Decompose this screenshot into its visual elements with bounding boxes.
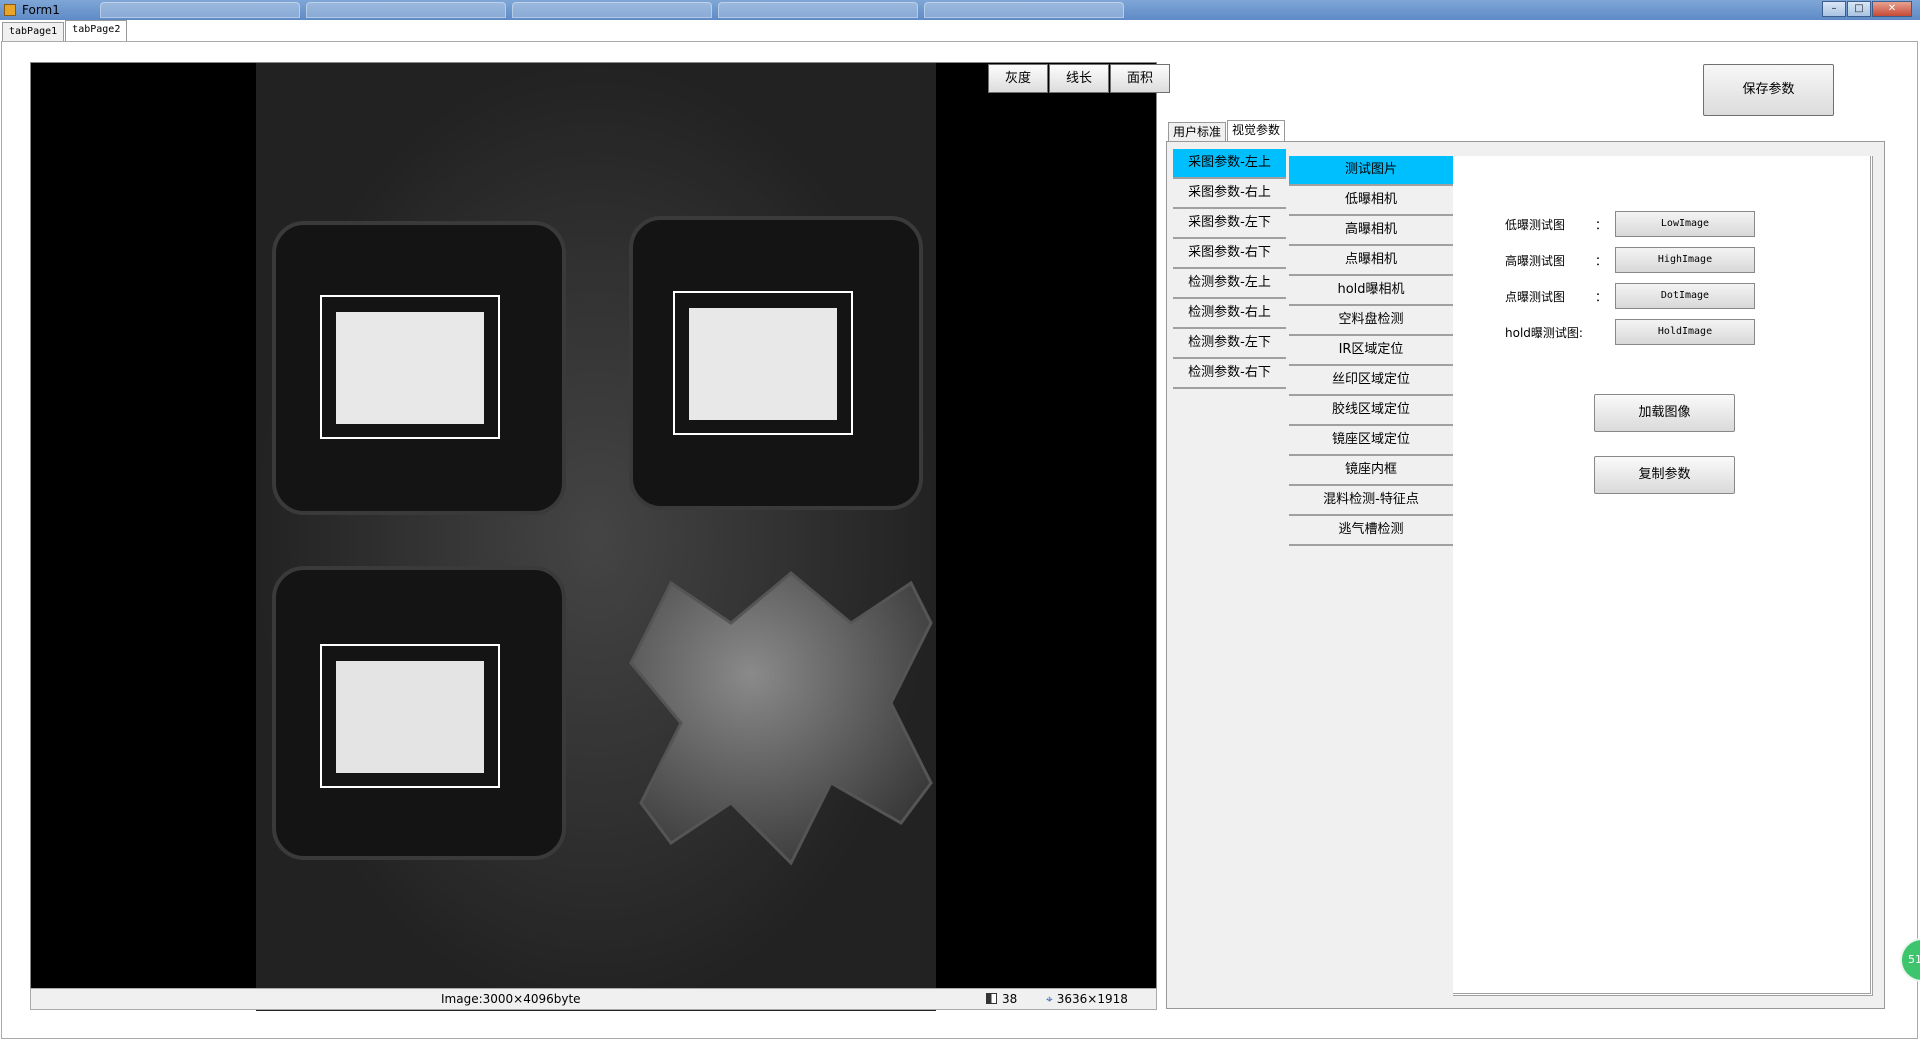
app-icon — [4, 4, 16, 16]
background-browser-tab[interactable] — [717, 2, 918, 18]
sub-item[interactable]: 丝印区域定位 — [1289, 366, 1453, 396]
category-item[interactable]: 检测参数-右上 — [1173, 299, 1286, 329]
category-item[interactable]: 采图参数-左上 — [1173, 149, 1286, 179]
gray-value: 38 — [986, 989, 1017, 1009]
category-item[interactable]: 采图参数-左下 — [1173, 209, 1286, 239]
dot-image-field[interactable]: DotImage — [1615, 283, 1755, 309]
high-image-field[interactable]: HighImage — [1615, 247, 1755, 273]
tab-vision-params[interactable]: 视觉参数 — [1227, 120, 1286, 141]
low-exposure-row: 低曝测试图 ： LowImage — [1505, 211, 1755, 237]
sub-item[interactable]: 镜座区域定位 — [1289, 426, 1453, 456]
image-viewer[interactable]: 灰度 线长 面积 — [30, 62, 1170, 1011]
sub-item[interactable]: 空料盘检测 — [1289, 306, 1453, 336]
hold-exposure-row: hold曝测试图: HoldImage — [1505, 319, 1755, 345]
copy-params-button[interactable]: 复制参数 — [1594, 456, 1735, 494]
line-length-button[interactable]: 线长 — [1049, 64, 1109, 93]
category-item[interactable]: 采图参数-右上 — [1173, 179, 1286, 209]
tab-page2[interactable]: tabPage2 — [65, 20, 128, 41]
background-browser-tab[interactable] — [99, 2, 300, 18]
sub-item[interactable]: hold曝相机 — [1289, 276, 1453, 306]
gray-button[interactable]: 灰度 — [988, 64, 1048, 93]
sub-item[interactable]: 点曝相机 — [1289, 246, 1453, 276]
test-image-content — [1453, 156, 1873, 996]
colon: ： — [1595, 289, 1608, 304]
sub-item[interactable]: 测试图片 — [1289, 156, 1453, 186]
viewer-status-bar: Image:3000×4096byte 38 ⌖ 3636×1918 — [30, 988, 1157, 1010]
background-browser-tab[interactable] — [923, 2, 1124, 18]
crosshair-icon: ⌖ — [1046, 992, 1053, 1006]
low-image-field[interactable]: LowImage — [1615, 211, 1755, 237]
colon: ： — [1595, 217, 1608, 232]
sub-item[interactable]: 镜座内框 — [1289, 456, 1453, 486]
sub-item[interactable]: 混料检测-特征点 — [1289, 486, 1453, 516]
hold-image-field[interactable]: HoldImage — [1615, 319, 1755, 345]
low-exposure-label: 低曝测试图 — [1505, 217, 1566, 232]
category-item[interactable]: 检测参数-左上 — [1173, 269, 1286, 299]
sub-item[interactable]: 胶线区域定位 — [1289, 396, 1453, 426]
maximize-button[interactable]: □ — [1847, 1, 1871, 17]
sub-item[interactable]: 逃气槽检测 — [1289, 516, 1453, 546]
background-browser-tab[interactable] — [305, 2, 506, 18]
area-button[interactable]: 面积 — [1110, 64, 1170, 93]
load-image-button[interactable]: 加载图像 — [1594, 394, 1735, 432]
hold-exposure-label: hold曝测试图: — [1505, 325, 1583, 340]
sub-item[interactable]: 低曝相机 — [1289, 186, 1453, 216]
category-item[interactable]: 检测参数-左下 — [1173, 329, 1286, 359]
inspection-image — [256, 63, 936, 1011]
dot-exposure-label: 点曝测试图 — [1505, 289, 1566, 304]
category-list: 采图参数-左上 采图参数-右上 采图参数-左下 采图参数-右下 检测参数-左上 … — [1173, 149, 1286, 389]
sub-item[interactable]: 高曝相机 — [1289, 216, 1453, 246]
image-info: Image:3000×4096byte — [441, 992, 581, 1006]
title-bar: Form1 – □ ✕ — [0, 0, 1920, 20]
category-item[interactable]: 检测参数-右下 — [1173, 359, 1286, 389]
minimize-button[interactable]: – — [1822, 1, 1846, 17]
background-browser-tab[interactable] — [511, 2, 712, 18]
tab-user-standard[interactable]: 用户标准 — [1168, 122, 1227, 141]
sub-item[interactable]: IR区域定位 — [1289, 336, 1453, 366]
outer-tab-strip: tabPage1 tabPage2 — [2, 20, 128, 41]
window-title: Form1 — [22, 3, 60, 17]
high-exposure-label: 高曝测试图 — [1505, 253, 1566, 268]
save-params-button[interactable]: 保存参数 — [1703, 64, 1834, 116]
gray-level-icon — [986, 993, 997, 1004]
sub-item-list: 测试图片 低曝相机 高曝相机 点曝相机 hold曝相机 空料盘检测 IR区域定位… — [1289, 156, 1453, 996]
coordinate-readout: ⌖ 3636×1918 — [1046, 992, 1128, 1006]
colon: ： — [1595, 253, 1608, 268]
param-tab-strip: 用户标准 视觉参数 — [1168, 120, 1286, 141]
dot-exposure-row: 点曝测试图 ： DotImage — [1505, 283, 1755, 309]
category-item[interactable]: 采图参数-右下 — [1173, 239, 1286, 269]
tab-page1[interactable]: tabPage1 — [2, 22, 65, 41]
high-exposure-row: 高曝测试图 ： HighImage — [1505, 247, 1755, 273]
close-button[interactable]: ✕ — [1872, 1, 1912, 17]
